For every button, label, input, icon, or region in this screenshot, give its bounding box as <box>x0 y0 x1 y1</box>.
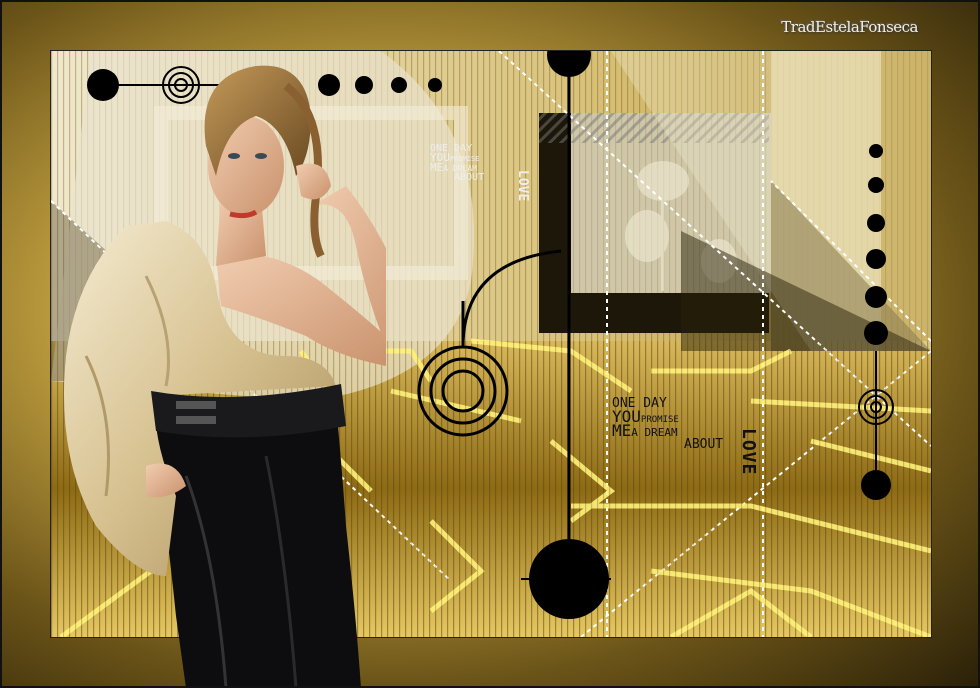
love-word-small: LOVE <box>515 170 530 202</box>
text-line: ME <box>612 421 632 441</box>
text-line: ABOUT <box>454 172 485 183</box>
poster-text-large: ONE DAY YOUPROMISE MEA DREAM ABOUT <box>612 397 724 453</box>
poster-text-small: ONE DAY YOUPROMISE MEA DREAM ABOUT <box>430 144 485 183</box>
watermark: TradEstelaFonseca <box>781 18 918 36</box>
text-line: PROMISE <box>640 414 679 425</box>
text-line: ABOUT <box>684 437 724 453</box>
text-line: PROMISE <box>449 155 480 163</box>
text-line: A DREAM <box>631 426 678 440</box>
text-line: ME <box>430 161 444 174</box>
artwork-canvas: ONE DAY YOUPROMISE MEA DREAM ABOUT LOVE … <box>0 0 980 688</box>
love-word-large: LOVE <box>738 428 759 476</box>
woman-figure <box>64 65 386 688</box>
